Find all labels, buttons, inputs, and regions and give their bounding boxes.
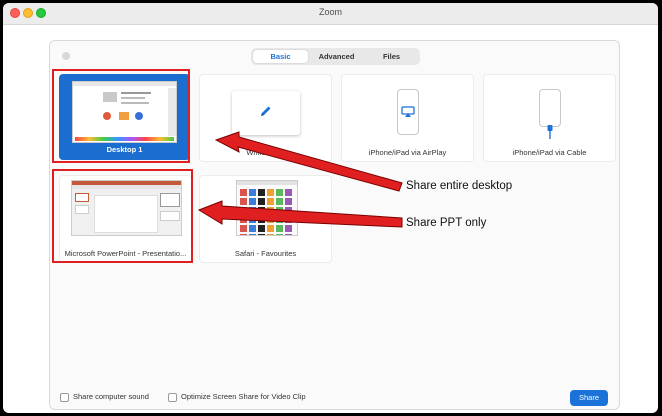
annotation-share-desktop: Share entire desktop <box>406 180 513 192</box>
arrow-desktop <box>214 131 403 192</box>
arrow-ppt <box>197 200 403 228</box>
zoom-window: Zoom Basic Advanced Files Desktop 1 iPho… <box>3 3 658 413</box>
annotation-arrows <box>197 131 403 228</box>
annotation-share-ppt: Share PPT only <box>406 217 487 229</box>
